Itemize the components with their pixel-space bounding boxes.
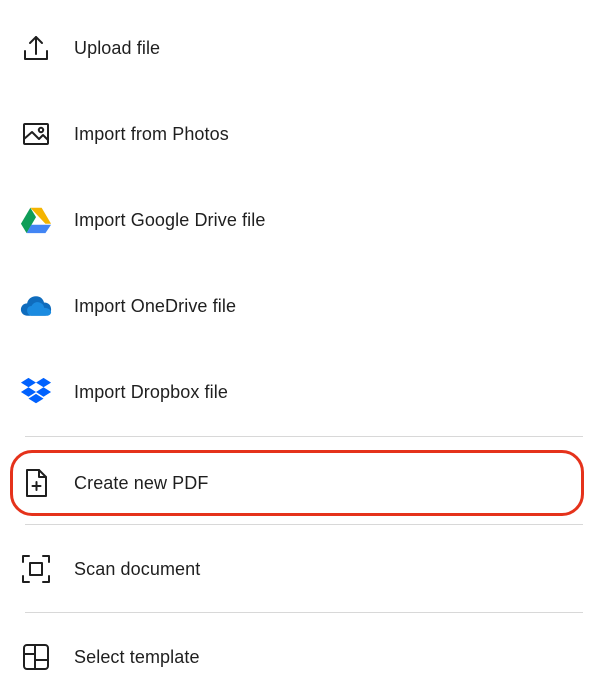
menu-item-create-new-pdf[interactable]: Create new PDF bbox=[10, 453, 584, 513]
menu-item-label: Scan document bbox=[74, 558, 201, 579]
scan-icon bbox=[20, 553, 52, 585]
menu-item-upload-file[interactable]: Upload file bbox=[10, 18, 584, 78]
menu-item-import-photos[interactable]: Import from Photos bbox=[10, 104, 584, 164]
divider bbox=[25, 436, 583, 437]
google-drive-icon bbox=[20, 204, 52, 236]
menu-item-label: Import Google Drive file bbox=[74, 209, 266, 230]
menu-item-select-template[interactable]: Select template bbox=[10, 627, 584, 687]
menu-item-label: Upload file bbox=[74, 37, 161, 58]
menu-item-label: Import Dropbox file bbox=[74, 381, 228, 402]
menu-item-import-dropbox[interactable]: Import Dropbox file bbox=[10, 362, 584, 422]
import-menu: Upload file Import from Photos Import Go… bbox=[0, 0, 606, 696]
menu-item-scan-document[interactable]: Scan document bbox=[10, 539, 584, 599]
menu-item-label: Import from Photos bbox=[74, 123, 229, 144]
onedrive-icon bbox=[20, 290, 52, 322]
menu-item-label: Import OneDrive file bbox=[74, 295, 237, 316]
upload-icon bbox=[20, 32, 52, 64]
dropbox-icon bbox=[20, 376, 52, 408]
menu-item-label: Select template bbox=[74, 646, 200, 667]
divider bbox=[25, 612, 583, 613]
divider bbox=[25, 524, 583, 525]
template-icon bbox=[20, 641, 52, 673]
menu-item-import-onedrive[interactable]: Import OneDrive file bbox=[10, 276, 584, 336]
new-file-icon bbox=[20, 467, 52, 499]
photo-icon bbox=[20, 118, 52, 150]
menu-item-import-google-drive[interactable]: Import Google Drive file bbox=[10, 190, 584, 250]
menu-item-label: Create new PDF bbox=[74, 472, 209, 493]
